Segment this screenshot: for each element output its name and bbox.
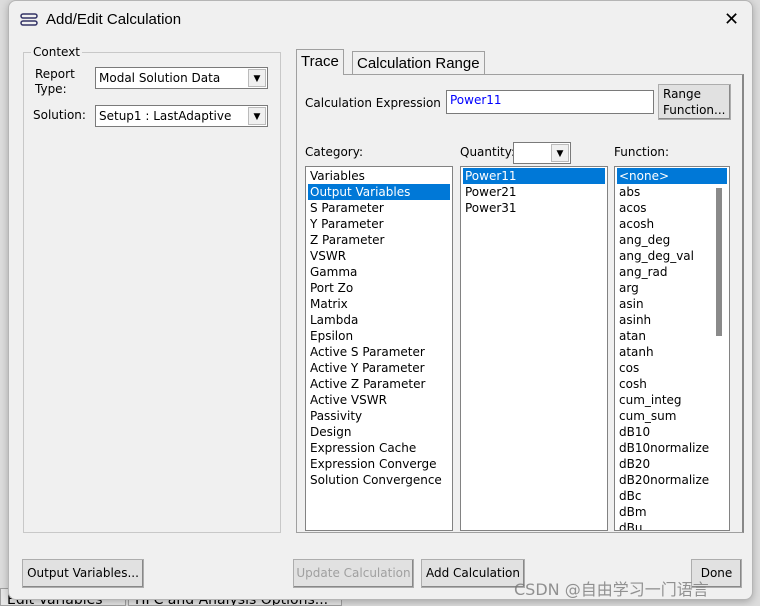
function-item[interactable]: atanh xyxy=(617,344,727,360)
report-type-label: Report Type: xyxy=(35,67,75,96)
tab-trace[interactable]: Trace xyxy=(296,49,344,75)
function-item[interactable]: <none> xyxy=(617,168,727,184)
function-item[interactable]: asinh xyxy=(617,312,727,328)
function-item[interactable]: dB10normalize xyxy=(617,440,727,456)
category-item[interactable]: Active S Parameter xyxy=(308,344,450,360)
chevron-down-icon[interactable]: ▼ xyxy=(248,107,266,125)
function-label: Function: xyxy=(614,145,670,159)
chevron-down-icon[interactable]: ▼ xyxy=(551,144,569,162)
function-item[interactable]: ang_deg xyxy=(617,232,727,248)
category-item[interactable]: Output Variables xyxy=(308,184,450,200)
report-type-value: Modal Solution Data xyxy=(99,71,221,85)
function-item[interactable]: ang_deg_val xyxy=(617,248,727,264)
function-label: Function... xyxy=(663,103,726,117)
function-item[interactable]: cum_sum xyxy=(617,408,727,424)
function-item[interactable]: acos xyxy=(617,200,727,216)
solution-value: Setup1 : LastAdaptive xyxy=(99,109,232,123)
quantity-item[interactable]: Power31 xyxy=(463,200,605,216)
tab-calculation-range[interactable]: Calculation Range xyxy=(352,51,485,74)
category-item[interactable]: Y Parameter xyxy=(308,216,450,232)
category-item[interactable]: Expression Cache xyxy=(308,440,450,456)
category-item[interactable]: Epsilon xyxy=(308,328,450,344)
function-item[interactable]: acosh xyxy=(617,216,727,232)
calculation-icon xyxy=(20,13,38,26)
calc-expression-input[interactable]: Power11 xyxy=(446,90,654,114)
category-item[interactable]: Solution Convergence xyxy=(308,472,450,488)
dialog-title: Add/Edit Calculation xyxy=(46,11,182,28)
quantity-filter-select[interactable]: ▼ xyxy=(513,142,571,164)
function-item[interactable]: dBc xyxy=(617,488,727,504)
category-item[interactable]: Expression Converge xyxy=(308,456,450,472)
quantity-list[interactable]: Power11 Power21 Power31 xyxy=(460,166,608,531)
quantity-label: Quantity: xyxy=(460,145,516,159)
output-variables-button[interactable]: Output Variables... xyxy=(22,559,144,588)
category-item[interactable]: Active Z Parameter xyxy=(308,376,450,392)
function-item[interactable]: dB20normalize xyxy=(617,472,727,488)
category-item[interactable]: Variables xyxy=(308,168,450,184)
function-item[interactable]: asin xyxy=(617,296,727,312)
function-item[interactable]: atan xyxy=(617,328,727,344)
category-item[interactable]: Matrix xyxy=(308,296,450,312)
function-item[interactable]: dB20 xyxy=(617,456,727,472)
report-type-select[interactable]: Modal Solution Data ▼ xyxy=(95,67,268,89)
function-item[interactable]: dBm xyxy=(617,504,727,520)
quantity-item[interactable]: Power21 xyxy=(463,184,605,200)
function-item[interactable]: cos xyxy=(617,360,727,376)
function-item[interactable]: arg xyxy=(617,280,727,296)
quantity-item[interactable]: Power11 xyxy=(463,168,605,184)
calc-expression-label: Calculation Expression : xyxy=(305,96,449,110)
function-item[interactable]: dB10 xyxy=(617,424,727,440)
context-legend: Context xyxy=(31,45,83,59)
range-function-button[interactable]: Range Function... xyxy=(658,84,731,120)
function-list-scrollbar[interactable] xyxy=(716,188,722,336)
function-item[interactable]: cum_integ xyxy=(617,392,727,408)
category-item[interactable]: Active Y Parameter xyxy=(308,360,450,376)
category-item[interactable]: S Parameter xyxy=(308,200,450,216)
function-item[interactable]: dBu xyxy=(617,520,727,530)
category-item[interactable]: VSWR xyxy=(308,248,450,264)
category-item[interactable]: Active VSWR xyxy=(308,392,450,408)
solution-label: Solution: xyxy=(33,108,86,122)
solution-select[interactable]: Setup1 : LastAdaptive ▼ xyxy=(95,105,268,127)
function-list[interactable]: <none> abs acos acosh ang_deg ang_deg_val ang_… xyxy=(614,166,730,531)
category-item[interactable]: Z Parameter xyxy=(308,232,450,248)
function-item[interactable]: cosh xyxy=(617,376,727,392)
chevron-down-icon[interactable]: ▼ xyxy=(248,69,266,87)
category-item[interactable]: Lambda xyxy=(308,312,450,328)
category-item[interactable]: Gamma xyxy=(308,264,450,280)
update-calculation-button[interactable]: Update Calculation xyxy=(293,559,414,588)
function-item[interactable]: ang_rad xyxy=(617,264,727,280)
category-list[interactable]: Variables Output Variables S Parameter Y Pa… xyxy=(305,166,453,531)
function-item[interactable]: abs xyxy=(617,184,727,200)
range-label: Range xyxy=(663,87,702,101)
add-calculation-button[interactable]: Add Calculation xyxy=(421,559,525,588)
category-label: Category: xyxy=(305,145,363,159)
watermark: CSDN @自由学习一门语言 xyxy=(514,580,709,599)
category-item[interactable]: Port Zo xyxy=(308,280,450,296)
close-icon[interactable]: ✕ xyxy=(724,9,739,30)
category-item[interactable]: Passivity xyxy=(308,408,450,424)
category-item[interactable]: Design xyxy=(308,424,450,440)
